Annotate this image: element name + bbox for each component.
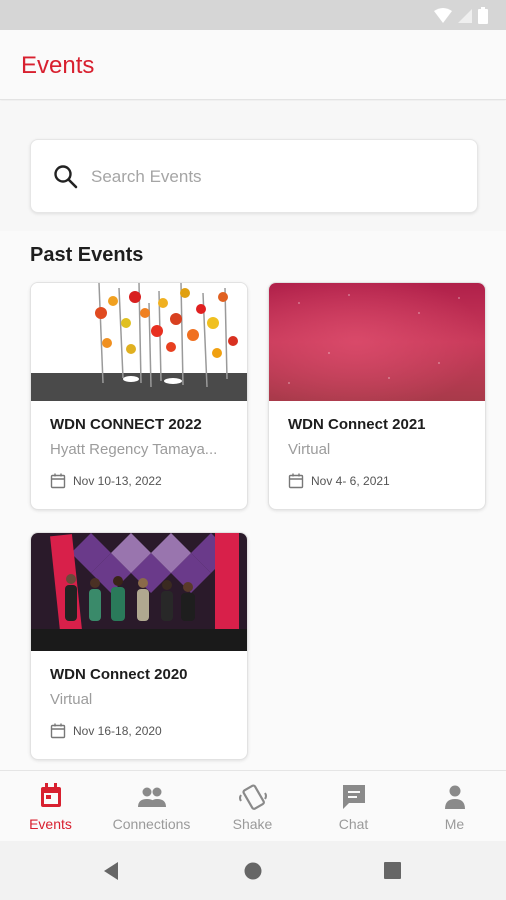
system-navigation-bar xyxy=(0,841,506,900)
past-events-heading: Past Events xyxy=(30,244,144,266)
app-bar: Events xyxy=(0,30,506,100)
event-card-wdn-connect-2022[interactable]: WDN CONNECT 2022 Hyatt Regency Tamaya...… xyxy=(30,282,248,510)
status-icons xyxy=(434,7,488,24)
search-area xyxy=(0,101,506,231)
search-input[interactable] xyxy=(91,160,451,194)
nav-item-events[interactable]: Events xyxy=(0,771,101,842)
nav-label-events: Events xyxy=(29,816,72,832)
wifi-icon xyxy=(434,7,452,23)
event-image-2020 xyxy=(31,533,247,651)
people-icon xyxy=(138,787,166,807)
event-card-wdn-connect-2021[interactable]: WDN Connect 2021 Virtual Nov 4- 6, 2021 xyxy=(268,282,486,510)
shake-phone-icon xyxy=(239,784,267,810)
nav-label-connections: Connections xyxy=(112,816,191,832)
search-box[interactable] xyxy=(30,139,478,213)
battery-icon xyxy=(478,7,488,24)
page-title: Events xyxy=(21,52,95,79)
event-title: WDN Connect 2020 xyxy=(50,666,188,683)
calendar-icon xyxy=(288,473,304,489)
search-icon[interactable] xyxy=(53,164,79,190)
event-card-wdn-connect-2020[interactable]: WDN Connect 2020 Virtual Nov 16-18, 2020 xyxy=(30,532,248,760)
bottom-navigation: Events Connections Shake Chat Me xyxy=(0,770,506,841)
event-location: Hyatt Regency Tamaya... xyxy=(50,441,218,458)
home-circle-icon[interactable] xyxy=(244,862,262,880)
event-location: Virtual xyxy=(288,441,331,458)
event-image-2021 xyxy=(269,283,485,401)
recents-square-icon[interactable] xyxy=(384,862,401,879)
person-icon xyxy=(445,785,465,809)
event-date: Nov 4- 6, 2021 xyxy=(311,474,390,488)
calendar-icon xyxy=(50,723,66,739)
nav-item-chat[interactable]: Chat xyxy=(303,771,404,842)
nav-label-me: Me xyxy=(444,816,465,832)
event-date: Nov 10-13, 2022 xyxy=(73,474,162,488)
event-date: Nov 16-18, 2020 xyxy=(73,724,162,738)
nav-label-chat: Chat xyxy=(338,816,369,832)
nav-item-connections[interactable]: Connections xyxy=(101,771,202,842)
calendar-icon xyxy=(50,473,66,489)
status-bar xyxy=(0,0,506,30)
signal-icon xyxy=(458,8,472,23)
back-triangle-icon[interactable] xyxy=(102,861,120,881)
event-location: Virtual xyxy=(50,691,93,708)
calendar-icon xyxy=(41,783,61,807)
event-title: WDN Connect 2021 xyxy=(288,416,426,433)
event-title: WDN CONNECT 2022 xyxy=(50,416,202,433)
nav-item-me[interactable]: Me xyxy=(404,771,505,842)
event-image-2022 xyxy=(31,283,247,401)
chat-bubble-icon xyxy=(343,785,365,809)
nav-label-shake: Shake xyxy=(232,816,273,832)
nav-item-shake[interactable]: Shake xyxy=(202,771,303,842)
